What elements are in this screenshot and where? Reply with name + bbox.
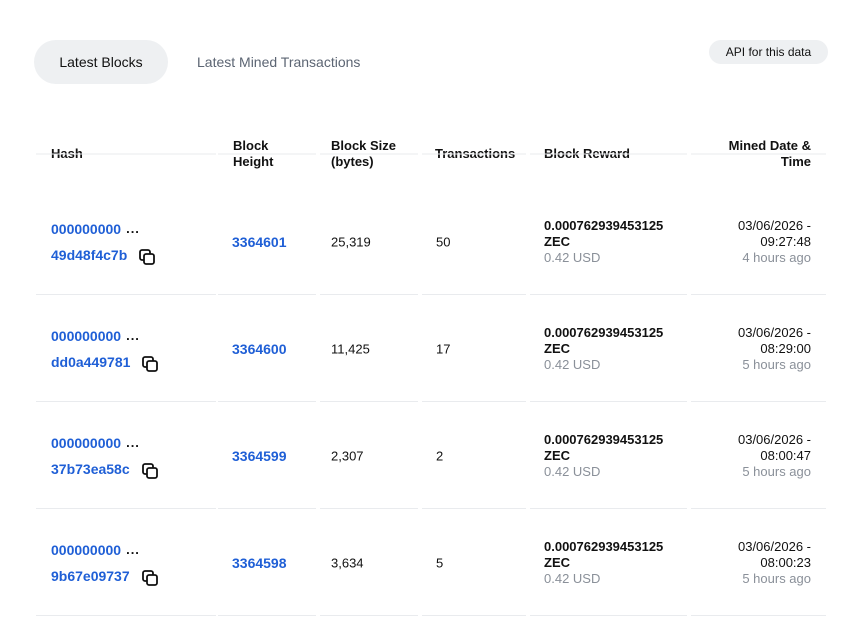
mined-relative-time: 5 hours ago <box>742 356 811 372</box>
reward-unit: ZEC <box>544 340 570 356</box>
tab-bar: Latest Blocks Latest Mined Transactions <box>34 40 360 84</box>
blocks-table: Hash Block Height Block Size (bytes) Tra… <box>36 120 826 616</box>
transactions-count: 2 <box>436 448 444 463</box>
divider-segment <box>218 615 316 616</box>
hash-cell: 000000000 ... 49d48f4c7b <box>51 221 156 265</box>
block-size-value: 11,425 <box>331 341 370 356</box>
row-divider <box>36 615 826 616</box>
reward-amount: 0.000762939453125 <box>544 431 664 447</box>
block-size-value: 3,634 <box>331 555 364 570</box>
block-reward: 0.000762939453125 ZEC 0.42 USD <box>544 539 663 587</box>
divider-segment <box>320 615 418 616</box>
tab-latest-mined-transactions[interactable]: Latest Mined Transactions <box>168 40 360 84</box>
row-divider <box>36 153 826 155</box>
reward-usd: 0.42 USD <box>544 570 601 586</box>
hash-suffix-link[interactable]: 9b67e09737 <box>51 568 130 584</box>
mined-datetime: 03/06/2026 - 08:29:00 5 hours ago <box>738 325 811 373</box>
divider-segment <box>530 615 687 616</box>
block-height-link[interactable]: 3364598 <box>232 555 287 571</box>
hash-ellipsis: ... <box>126 542 140 557</box>
mined-time: 08:00:23 <box>760 554 811 570</box>
reward-usd: 0.42 USD <box>544 249 601 265</box>
col-block-size-line1: Block Size <box>331 138 397 153</box>
divider-segment <box>530 153 687 155</box>
mined-date: 03/06/2026 - <box>737 217 811 233</box>
mined-date: 03/06/2026 - <box>737 431 811 447</box>
hash-prefix-link[interactable]: 000000000 <box>51 221 121 237</box>
hash-prefix-link[interactable]: 000000000 <box>51 542 121 558</box>
transactions-count: 17 <box>436 341 451 356</box>
hash-cell: 000000000 ... dd0a449781 <box>51 328 159 372</box>
col-block-size-line2: (bytes) <box>331 154 374 169</box>
block-reward: 0.000762939453125 ZEC 0.42 USD <box>544 432 663 480</box>
block-height-link[interactable]: 3364599 <box>232 448 287 464</box>
table-row: 000000000 ... 37b73ea58c 3364599 2,307 2… <box>36 402 826 509</box>
copy-icon[interactable] <box>142 355 159 372</box>
reward-amount: 0.000762939453125 <box>544 324 664 340</box>
block-size-value: 2,307 <box>331 448 364 463</box>
tab-latest-blocks[interactable]: Latest Blocks <box>34 40 168 84</box>
divider-segment <box>36 153 216 155</box>
hash-ellipsis: ... <box>126 328 140 343</box>
col-mined-line2: Time <box>780 154 811 169</box>
divider-segment <box>691 615 826 616</box>
block-reward: 0.000762939453125 ZEC 0.42 USD <box>544 325 663 373</box>
mined-time: 08:29:00 <box>760 340 811 356</box>
reward-amount: 0.000762939453125 <box>544 217 664 233</box>
mined-datetime: 03/06/2026 - 08:00:47 5 hours ago <box>738 432 811 480</box>
mined-datetime: 03/06/2026 - 09:27:48 4 hours ago <box>738 218 811 266</box>
divider-segment <box>422 615 526 616</box>
copy-icon[interactable] <box>141 462 158 479</box>
copy-icon[interactable] <box>141 569 158 586</box>
mined-relative-time: 5 hours ago <box>742 463 811 479</box>
col-block-height-line2: Height <box>233 154 274 169</box>
api-button[interactable]: API for this data <box>709 40 828 64</box>
mined-date: 03/06/2026 - <box>737 538 811 554</box>
block-reward: 0.000762939453125 ZEC 0.42 USD <box>544 218 663 266</box>
mined-datetime: 03/06/2026 - 08:00:23 5 hours ago <box>738 539 811 587</box>
mined-date: 03/06/2026 - <box>737 324 811 340</box>
transactions-count: 50 <box>436 234 451 249</box>
reward-unit: ZEC <box>544 554 570 570</box>
divider-segment <box>691 153 826 155</box>
block-height-link[interactable]: 3364600 <box>232 341 287 357</box>
copy-icon[interactable] <box>139 248 156 265</box>
reward-usd: 0.42 USD <box>544 356 601 372</box>
divider-segment <box>218 153 316 155</box>
reward-usd: 0.42 USD <box>544 463 601 479</box>
table-header: Hash Block Height Block Size (bytes) Tra… <box>36 120 826 188</box>
divider-segment <box>320 153 418 155</box>
col-block-height-line1: Block <box>233 138 269 153</box>
mined-relative-time: 5 hours ago <box>742 570 811 586</box>
hash-prefix-link[interactable]: 000000000 <box>51 328 121 344</box>
hash-ellipsis: ... <box>126 221 140 236</box>
mined-relative-time: 4 hours ago <box>742 249 811 265</box>
table-body: 000000000 ... 49d48f4c7b 3364601 25,319 … <box>36 188 826 616</box>
block-size-value: 25,319 <box>331 234 371 249</box>
reward-unit: ZEC <box>544 447 570 463</box>
divider-segment <box>422 153 526 155</box>
hash-suffix-link[interactable]: 49d48f4c7b <box>51 247 127 263</box>
table-row: 000000000 ... dd0a449781 3364600 11,425 … <box>36 295 826 402</box>
divider-segment <box>36 615 216 616</box>
table-row: 000000000 ... 9b67e09737 3364598 3,634 5… <box>36 509 826 616</box>
reward-unit: ZEC <box>544 233 570 249</box>
hash-cell: 000000000 ... 9b67e09737 <box>51 542 158 586</box>
mined-time: 08:00:47 <box>760 447 811 463</box>
table-row: 000000000 ... 49d48f4c7b 3364601 25,319 … <box>36 188 826 295</box>
hash-suffix-link[interactable]: dd0a449781 <box>51 354 130 370</box>
hash-ellipsis: ... <box>126 435 140 450</box>
mined-time: 09:27:48 <box>760 233 811 249</box>
hash-suffix-link[interactable]: 37b73ea58c <box>51 461 130 477</box>
hash-cell: 000000000 ... 37b73ea58c <box>51 435 158 479</box>
hash-prefix-link[interactable]: 000000000 <box>51 435 121 451</box>
transactions-count: 5 <box>436 555 444 570</box>
reward-amount: 0.000762939453125 <box>544 538 664 554</box>
col-mined-line1: Mined Date & <box>728 138 811 153</box>
block-height-link[interactable]: 3364601 <box>232 234 287 250</box>
